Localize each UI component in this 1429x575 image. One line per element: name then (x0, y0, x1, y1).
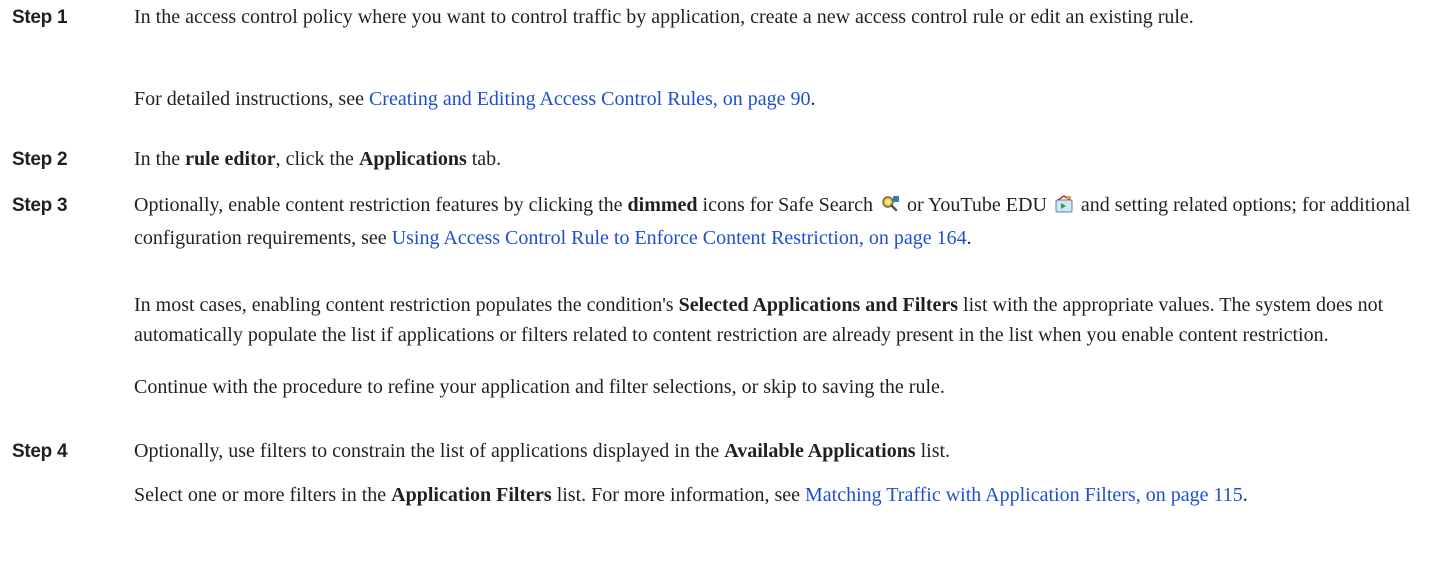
step-2-instruction: In the rule editor, click the Applicatio… (134, 148, 502, 170)
step-1-detail: For detailed instructions, see Creating … (134, 88, 816, 110)
step-label: Step 4 (12, 441, 68, 462)
step-4-instruction: Optionally, use filters to constrain the… (134, 440, 951, 462)
step-3-continue: Continue with the procedure to refine yo… (134, 376, 945, 398)
step-label: Step 3 (12, 195, 68, 216)
dimmed-term: dimmed (627, 194, 698, 216)
safe-search-icon (880, 193, 900, 223)
step-3-instruction: Optionally, enable content restriction f… (134, 193, 1411, 249)
rule-editor-term: rule editor (185, 148, 276, 170)
step-3-note: In most cases, enabling content restrict… (134, 294, 1384, 346)
step-label: Step 1 (12, 7, 68, 28)
applications-tab-term: Applications (358, 148, 467, 170)
content-restriction-link[interactable]: Using Access Control Rule to Enforce Con… (392, 227, 967, 249)
application-filters-term: Application Filters (391, 484, 552, 506)
youtube-edu-icon (1054, 193, 1074, 223)
step-4-detail: Select one or more filters in the Applic… (134, 484, 1248, 506)
step-label: Step 2 (12, 149, 68, 170)
application-filters-link[interactable]: Matching Traffic with Application Filter… (805, 484, 1243, 506)
available-applications-term: Available Applications (724, 440, 916, 462)
selected-applications-term: Selected Applications and Filters (678, 294, 959, 316)
step-1-instruction: In the access control policy where you w… (134, 6, 1194, 28)
creating-editing-rules-link[interactable]: Creating and Editing Access Control Rule… (369, 88, 811, 110)
